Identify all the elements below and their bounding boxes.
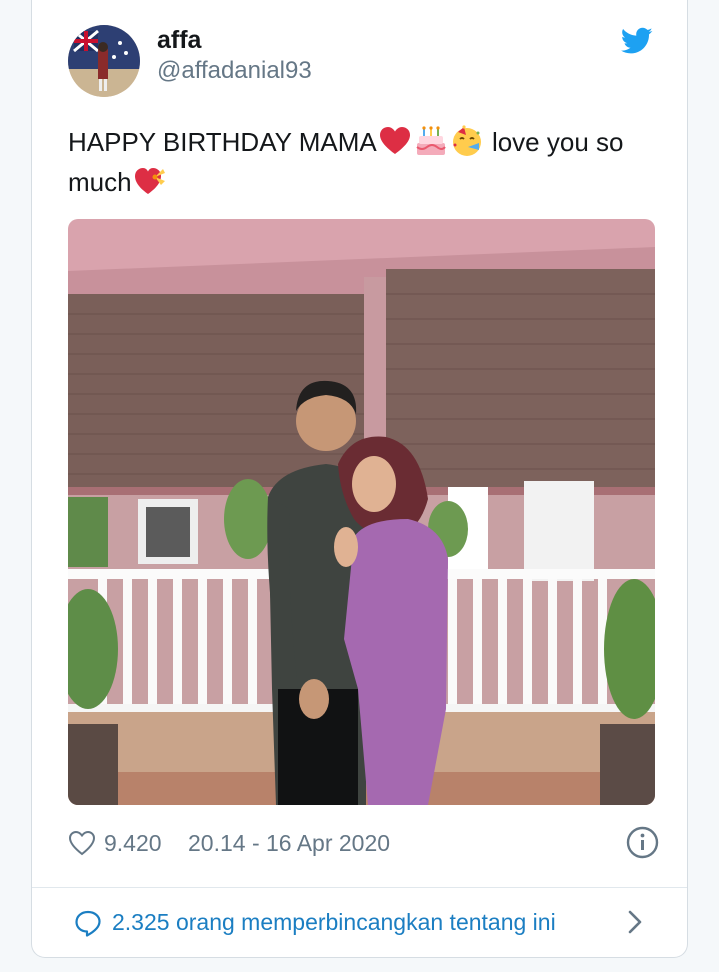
discussion-link[interactable]: 2.325 orang memperbincangkan tentang ini xyxy=(74,905,649,941)
tweet-photo[interactable] xyxy=(68,219,655,805)
display-name[interactable]: affa xyxy=(157,26,201,55)
like-heart-icon[interactable] xyxy=(68,830,96,856)
divider xyxy=(32,887,687,888)
like-count[interactable]: 9.420 xyxy=(104,830,162,857)
partying-face-icon xyxy=(452,125,481,156)
birthday-cake-icon xyxy=(416,126,446,155)
chevron-right-icon[interactable] xyxy=(626,909,644,935)
twitter-bird-icon[interactable] xyxy=(620,27,653,55)
speech-bubble-icon xyxy=(75,910,101,937)
tweet-timestamp[interactable]: 20.14 - 16 Apr 2020 xyxy=(188,830,390,857)
tweet-card: affa @affadanial93 HAPPY BIRTHDAY MAMA l… xyxy=(31,0,688,958)
tweet-meta: 9.420 20.14 - 16 Apr 2020 xyxy=(68,826,659,862)
heart-with-ribbon-icon xyxy=(134,168,165,194)
tweet-text: HAPPY BIRTHDAY MAMA love you so much xyxy=(68,122,648,202)
discussion-label[interactable]: 2.325 orang memperbincangkan tentang ini xyxy=(112,909,556,936)
info-icon[interactable] xyxy=(626,826,659,859)
tweet-text-part1: HAPPY BIRTHDAY MAMA xyxy=(68,127,377,157)
user-handle[interactable]: @affadanial93 xyxy=(157,57,312,85)
avatar[interactable] xyxy=(68,25,140,97)
red-heart-icon xyxy=(379,127,410,154)
